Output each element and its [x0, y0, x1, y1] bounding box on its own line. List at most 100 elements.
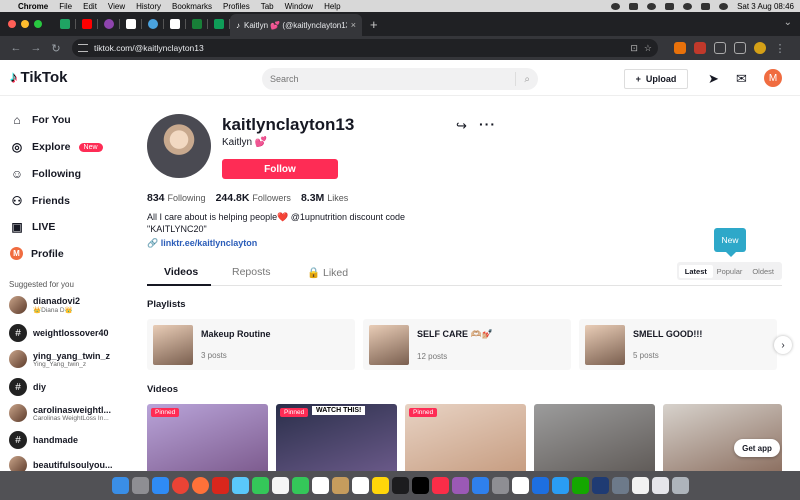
status-app-icon[interactable] [629, 2, 639, 10]
menu-profiles[interactable]: Profiles [223, 2, 250, 11]
playlist-card[interactable]: SELF CARE 🫶🏼💅🏼 12 posts [363, 319, 571, 370]
close-tab-icon[interactable]: × [351, 20, 356, 30]
tiktok-logo[interactable]: ♪ TikTok [10, 69, 67, 86]
sort-popular[interactable]: Popular [713, 267, 747, 276]
suggested-account[interactable]: dianadovi2 👑Diana D👑 [9, 296, 80, 314]
menu-history[interactable]: History [136, 2, 161, 11]
install-app-icon[interactable]: ⊡ [630, 43, 638, 54]
app-icon[interactable] [531, 477, 549, 494]
sidebar-item-explore[interactable]: ◎ Explore New [10, 140, 103, 154]
close-window-button[interactable] [8, 20, 16, 28]
tab-search-chevron-icon[interactable]: ⌄ [784, 17, 792, 28]
stat-followers[interactable]: 244.8K Followers [216, 192, 291, 204]
maps-icon[interactable] [251, 477, 269, 494]
video-card[interactable]: Pinned WATCH THIS! [276, 404, 397, 471]
menubar-clock[interactable]: Sat 3 Aug 08:46 [737, 2, 794, 11]
suggested-account[interactable]: # diy [9, 378, 46, 396]
menu-window[interactable]: Window [285, 2, 313, 11]
sidebar-item-for-you[interactable]: ⌂ For You [10, 113, 70, 127]
suggested-account[interactable]: beautifulsoulyou... [9, 456, 113, 471]
wifi-icon[interactable] [683, 2, 693, 10]
side-panel-icon[interactable] [734, 42, 746, 54]
status-record-icon[interactable] [647, 2, 657, 10]
zoom-window-button[interactable] [34, 20, 42, 28]
pinned-tab-sheets[interactable] [186, 13, 208, 35]
menu-file[interactable]: File [59, 2, 72, 11]
photos-icon[interactable] [271, 477, 289, 494]
extension-icon[interactable] [674, 42, 686, 54]
opera-icon[interactable] [211, 477, 229, 494]
menu-edit[interactable]: Edit [83, 2, 97, 11]
reminders-icon[interactable] [351, 477, 369, 494]
menu-app-name[interactable]: Chrome [18, 2, 48, 11]
pinned-tab-docs[interactable] [54, 13, 76, 35]
video-card[interactable]: Pinned [147, 404, 268, 471]
minimize-window-button[interactable] [21, 20, 29, 28]
facetime-icon[interactable] [291, 477, 309, 494]
video-card[interactable] [534, 404, 655, 471]
url-text[interactable]: tiktok.com/@kaitlynclayton13 [94, 43, 624, 53]
search-icon[interactable]: ⌕ [524, 74, 530, 85]
forward-button[interactable]: → [28, 42, 44, 54]
messages-icon[interactable] [231, 477, 249, 494]
safari-icon[interactable] [151, 477, 169, 494]
notes-icon[interactable] [371, 477, 389, 494]
suggested-account[interactable]: ying_yang_twin_z Ying_Yang_twin_z [9, 350, 110, 368]
menu-bookmarks[interactable]: Bookmarks [172, 2, 212, 11]
video-card[interactable] [663, 404, 782, 471]
trash-icon[interactable] [671, 477, 689, 494]
calendar-icon[interactable] [311, 477, 329, 494]
app-icon[interactable] [591, 477, 609, 494]
chrome-menu-icon[interactable]: ⋮ [772, 42, 788, 55]
menu-help[interactable]: Help [324, 2, 340, 11]
stat-following[interactable]: 834 Following [147, 192, 206, 204]
suggested-account[interactable]: # handmade [9, 431, 78, 449]
sort-latest[interactable]: Latest [679, 264, 713, 278]
profile-link[interactable]: 🔗 linktr.ee/kaitlynclayton [147, 238, 257, 249]
playlist-next-button[interactable]: › [774, 336, 792, 354]
messages-icon[interactable]: ✉ [736, 71, 747, 87]
firefox-icon[interactable] [191, 477, 209, 494]
launchpad-icon[interactable] [131, 477, 149, 494]
profile-avatar-icon[interactable] [754, 42, 766, 54]
finder-icon[interactable] [111, 477, 129, 494]
sort-oldest[interactable]: Oldest [746, 267, 780, 276]
back-button[interactable]: ← [8, 42, 24, 54]
sidebar-item-live[interactable]: ▣ LIVE [10, 220, 55, 234]
bookmark-star-icon[interactable]: ☆ [644, 43, 652, 54]
user-avatar[interactable]: M [764, 69, 782, 87]
skype-icon[interactable] [551, 477, 569, 494]
menu-tab[interactable]: Tab [261, 2, 274, 11]
pinned-tab-sheets-2[interactable] [208, 13, 230, 35]
tab-videos[interactable]: Videos [164, 266, 198, 278]
music-icon[interactable] [431, 477, 449, 494]
extensions-puzzle-icon[interactable] [714, 42, 726, 54]
downloads-stack-icon[interactable] [651, 477, 669, 494]
textedit-icon[interactable] [631, 477, 649, 494]
new-tab-button[interactable]: + [370, 17, 378, 32]
site-info-icon[interactable] [78, 44, 88, 52]
address-bar[interactable]: tiktok.com/@kaitlynclayton13 ⊡ ☆ [72, 39, 658, 57]
tab-liked[interactable]: 🔒 Liked [307, 266, 348, 279]
active-tab[interactable]: ♪ Kaitlyn 💕 (@kaitlynclayton13) × [230, 14, 362, 36]
search-input[interactable] [270, 74, 508, 84]
reload-button[interactable]: ↻ [48, 42, 64, 55]
follow-button[interactable]: Follow [222, 159, 338, 179]
sidebar-item-profile[interactable]: M Profile [10, 247, 64, 260]
pinned-tab-gmail-2[interactable] [164, 13, 186, 35]
contacts-icon[interactable] [331, 477, 349, 494]
menu-view[interactable]: View [108, 2, 125, 11]
status-circle-icon[interactable] [611, 2, 621, 10]
sidebar-item-following[interactable]: ☺ Following [10, 167, 81, 181]
get-app-button[interactable]: Get app [734, 439, 780, 457]
checkmark-app-icon[interactable] [511, 477, 529, 494]
pinned-tab-camera[interactable] [142, 13, 164, 35]
sidebar-item-friends[interactable]: ⚇ Friends [10, 194, 70, 208]
podcasts-icon[interactable] [451, 477, 469, 494]
more-options-icon[interactable]: ··· [479, 116, 496, 132]
pinned-tab-youtube[interactable] [76, 13, 98, 35]
pinned-tab-gmail[interactable] [120, 13, 142, 35]
freeform-icon[interactable] [391, 477, 409, 494]
tab-reposts[interactable]: Reposts [232, 266, 271, 278]
status-a-icon[interactable] [665, 2, 675, 10]
